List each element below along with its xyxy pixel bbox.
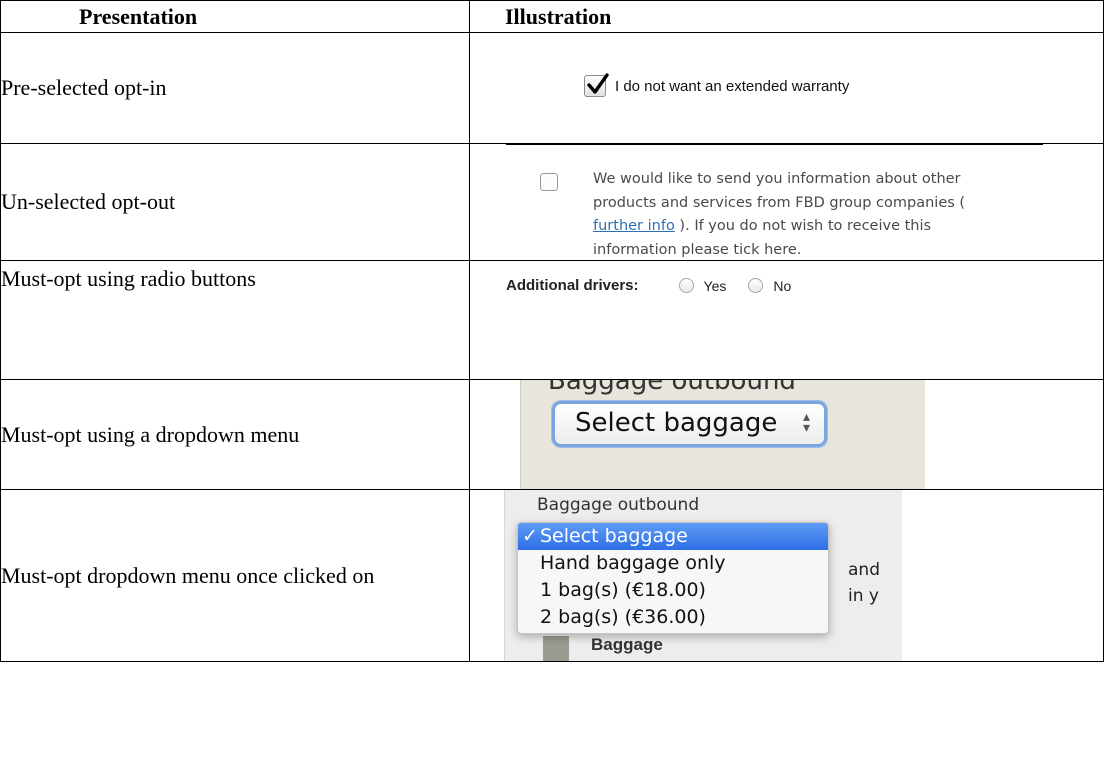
header-illustration: Illustration (469, 0, 1104, 33)
additional-drivers-label: Additional drivers: (506, 277, 639, 294)
table-row: Must-opt dropdown menu once clicked on B… (0, 489, 1104, 662)
screenshot-edge-line (506, 144, 1043, 145)
menu-item-select-baggage[interactable]: ✓ Select baggage (518, 523, 828, 550)
row-label: Un-selected opt-out (0, 143, 470, 261)
warranty-checkbox-label: I do not want an extended warranty (615, 77, 850, 95)
menu-item-hand-baggage[interactable]: Hand baggage only (518, 550, 828, 577)
header-presentation: Presentation (0, 0, 470, 33)
illustration-cell: Additional drivers: Yes No (469, 260, 1104, 380)
row-label: Must-opt using a dropdown menu (0, 379, 470, 490)
select-arrows-icon: ▴ ▾ (802, 409, 810, 436)
radio-button[interactable] (678, 278, 694, 293)
marketing-consent-text: We would like to send you information ab… (593, 171, 966, 258)
baggage-select[interactable]: Select baggage ▴ ▾ (552, 401, 827, 447)
baggage-dropdown-menu: ✓ Select baggage Hand baggage only 1 bag(… (517, 522, 829, 634)
marketing-checkbox[interactable] (540, 173, 558, 191)
background-baggage-heading: Baggage (591, 635, 663, 654)
baggage-dropdown-open-screenshot: Baggage outbound and in y Baggage ✓ Selec… (504, 490, 902, 661)
baggage-outbound-caption: Baggage outbound (537, 495, 700, 515)
baggage-outbound-caption: Baggage outbound (548, 380, 796, 397)
table-row: Must-opt using a dropdown menu Baggage o… (0, 379, 1104, 490)
marketing-optout-control: We would like to send you information ab… (540, 168, 1010, 260)
illustration-cell: We would like to send you information ab… (469, 143, 1104, 261)
row-label: Must-opt using radio buttons (0, 260, 470, 380)
additional-drivers-control: Additional drivers: Yes No (506, 277, 813, 294)
warranty-optout-control: I do not want an extended warranty (584, 73, 850, 97)
checkmark-icon (587, 73, 609, 94)
comparison-table: Presentation Illustration Pre-selected o… (0, 0, 1104, 662)
table-row: Un-selected opt-out We would like to sen… (0, 143, 1104, 261)
baggage-select-screenshot: Baggage outbound Select baggage ▴ ▾ (520, 380, 925, 489)
baggage-select-value: Select baggage (575, 408, 778, 438)
illustration-cell: Baggage outbound Select baggage ▴ ▾ (469, 379, 1104, 490)
illustration-cell: Baggage outbound and in y Baggage ✓ Selec… (469, 489, 1104, 662)
radio-option-label: No (773, 277, 792, 294)
baggage-thumbnail-icon (543, 636, 569, 661)
table-row: Must-opt using radio buttons Additional … (0, 260, 1104, 380)
row-label: Pre-selected opt-in (0, 32, 470, 144)
background-text-fragment: in y (848, 586, 879, 606)
radio-option-yes[interactable]: Yes (678, 277, 727, 294)
background-text-fragment: and (848, 560, 880, 580)
radio-button[interactable] (748, 278, 764, 293)
checkmark-icon: ✓ (522, 525, 538, 547)
illustration-cell: I do not want an extended warranty (469, 32, 1104, 144)
row-label: Must-opt dropdown menu once clicked on (0, 489, 470, 662)
warranty-checkbox[interactable] (584, 73, 609, 97)
table-row: Pre-selected opt-in I do not want an ext… (0, 32, 1104, 144)
menu-item-two-bags[interactable]: 2 bag(s) (€36.00) (518, 604, 828, 631)
header-row: Presentation Illustration (0, 0, 1104, 33)
radio-option-no[interactable]: No (748, 278, 791, 294)
radio-option-label: Yes (703, 277, 727, 294)
further-info-link[interactable]: further info (593, 218, 675, 234)
menu-item-one-bag[interactable]: 1 bag(s) (€18.00) (518, 577, 828, 604)
